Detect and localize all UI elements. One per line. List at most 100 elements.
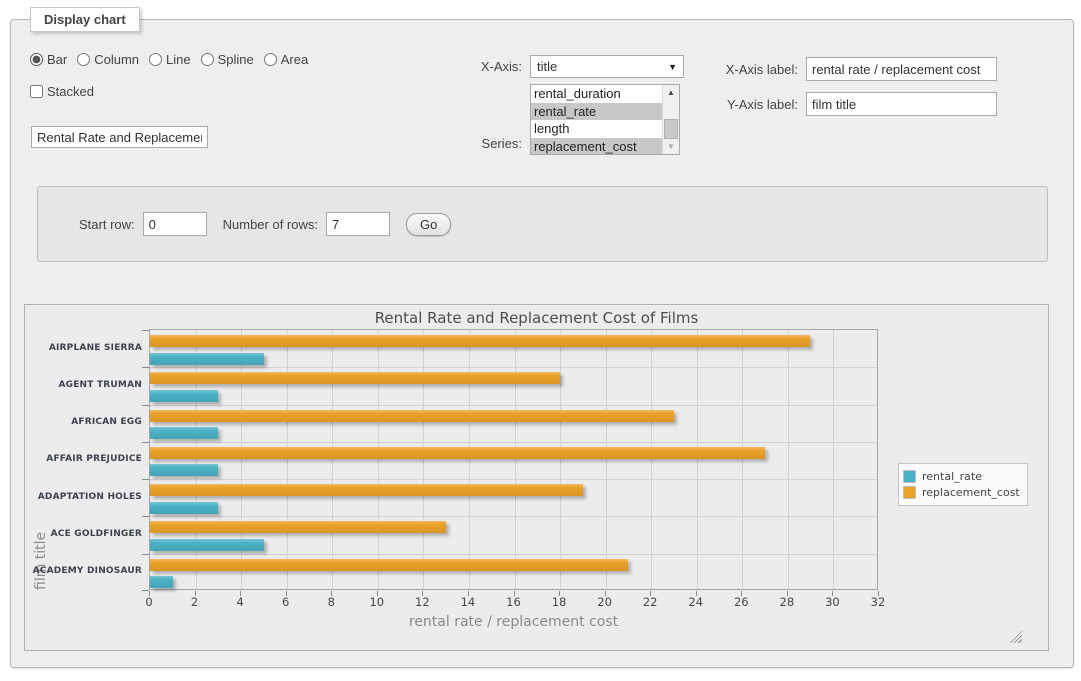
gridline-horizontal xyxy=(150,516,877,517)
x-tick-label: 28 xyxy=(772,595,802,609)
x-tick-label: 4 xyxy=(225,595,255,609)
chart-type-radio-spline[interactable] xyxy=(201,53,214,66)
chart-type-radio-label: Spline xyxy=(218,52,254,67)
series-row: Series: rental_durationrental_ratelength… xyxy=(370,84,680,155)
bar-rental_rate xyxy=(150,427,218,439)
scroll-down-icon[interactable]: ▼ xyxy=(663,139,679,154)
bar-replacement_cost xyxy=(150,372,560,384)
num-rows-label: Number of rows: xyxy=(223,217,318,232)
stacked-checkbox[interactable] xyxy=(30,85,43,98)
x-tick-label: 24 xyxy=(681,595,711,609)
y-tick-mark xyxy=(142,590,149,591)
chart-type-radio-area[interactable] xyxy=(264,53,277,66)
legend-swatch xyxy=(903,470,916,483)
gridline-vertical xyxy=(606,330,607,589)
x-axis-label-input[interactable] xyxy=(806,57,997,81)
chart-title-input[interactable] xyxy=(31,126,208,148)
x-tick-label: 10 xyxy=(362,595,392,609)
x-tick-label: 16 xyxy=(499,595,529,609)
page: Display chart Bar Column Line Spline Area St… xyxy=(0,0,1081,681)
chart-type-radio-label: Line xyxy=(166,52,191,67)
gridline-vertical xyxy=(560,330,561,589)
x-tick-label: 18 xyxy=(544,595,574,609)
chart-type-radio-bar[interactable] xyxy=(30,53,43,66)
gridline-vertical xyxy=(788,330,789,589)
chart-type-radio-column[interactable] xyxy=(77,53,90,66)
gridline-horizontal xyxy=(150,442,877,443)
gridline-vertical xyxy=(697,330,698,589)
chart-type-option-area: Area xyxy=(264,52,308,67)
series-caption: Series: xyxy=(370,136,522,155)
chart-type-radio-label: Column xyxy=(94,52,139,67)
bar-replacement_cost xyxy=(150,410,674,422)
y-tick-label: AGENT TRUMAN xyxy=(25,366,142,403)
y-tick-mark xyxy=(142,442,149,443)
legend-entry-replacement_cost: replacement_cost xyxy=(903,486,1020,499)
num-rows-input[interactable] xyxy=(326,212,390,236)
chart-title: Rental Rate and Replacement Cost of Film… xyxy=(25,309,1048,327)
chart-type-option-bar: Bar xyxy=(30,52,67,67)
bar-replacement_cost xyxy=(150,447,765,459)
chart-type-radio-label: Area xyxy=(281,52,308,67)
bar-replacement_cost xyxy=(150,559,628,571)
y-tick-label: ACADEMY DINOSAUR xyxy=(25,553,142,590)
chart-legend: rental_rate replacement_cost xyxy=(898,463,1028,506)
bar-rental_rate xyxy=(150,464,218,476)
chart-x-tick-labels: 02468101214161820222426283032 xyxy=(149,595,878,609)
display-chart-fieldset: Display chart BarColumnLineSplineArea St… xyxy=(10,19,1074,668)
gridline-vertical xyxy=(651,330,652,589)
stacked-label: Stacked xyxy=(30,84,94,99)
x-tick-label: 22 xyxy=(635,595,665,609)
x-axis-selected-value: title xyxy=(537,59,557,74)
y-axis-label-caption: Y-Axis label: xyxy=(646,97,798,112)
fieldset-legend: Display chart xyxy=(30,7,140,32)
chart-type-option-spline: Spline xyxy=(201,52,254,67)
x-tick-label: 6 xyxy=(271,595,301,609)
plot-area xyxy=(149,329,878,590)
x-tick-label: 20 xyxy=(590,595,620,609)
chart-container: Rental Rate and Replacement Cost of Film… xyxy=(24,304,1049,651)
chart-y-tick-labels: AIRPLANE SIERRAAGENT TRUMANAFRICAN EGGAF… xyxy=(25,329,142,590)
resize-handle-icon[interactable] xyxy=(1010,631,1022,643)
gridline-horizontal xyxy=(150,479,877,480)
y-tick-label: AFFAIR PREJUDICE xyxy=(25,441,142,478)
y-tick-mark xyxy=(142,405,149,406)
y-tick-mark xyxy=(142,554,149,555)
series-option-rental_rate[interactable]: rental_rate xyxy=(531,103,662,121)
legend-label: replacement_cost xyxy=(922,486,1020,499)
x-axis-row: X-Axis: title ▼ xyxy=(370,55,684,78)
gridline-vertical xyxy=(287,330,288,589)
scrollbar-thumb[interactable] xyxy=(664,119,678,139)
chart-type-options: Bar Column Line Spline Area xyxy=(30,52,308,67)
bar-rental_rate xyxy=(150,353,264,365)
chart-type-radio-line[interactable] xyxy=(149,53,162,66)
y-axis-label-input[interactable] xyxy=(806,92,997,116)
x-tick-label: 32 xyxy=(863,595,893,609)
start-row-input[interactable] xyxy=(143,212,207,236)
y-tick-mark xyxy=(142,330,149,331)
y-tick-mark xyxy=(142,479,149,480)
chart-x-axis-label: rental rate / replacement cost xyxy=(149,614,878,630)
series-option-rental_duration[interactable]: rental_duration xyxy=(531,85,662,103)
gridline-vertical xyxy=(742,330,743,589)
legend-label: rental_rate xyxy=(922,470,982,483)
series-option-length[interactable]: length xyxy=(531,120,662,138)
chart-type-radio-label: Bar xyxy=(47,52,67,67)
bar-rental_rate xyxy=(150,502,218,514)
gridline-horizontal xyxy=(150,367,877,368)
chart-type-option-line: Line xyxy=(149,52,191,67)
gridline-vertical xyxy=(833,330,834,589)
go-button[interactable]: Go xyxy=(406,213,451,236)
x-axis-label-row: X-Axis label: xyxy=(646,57,997,81)
gridline-vertical xyxy=(423,330,424,589)
gridline-horizontal xyxy=(150,554,877,555)
y-tick-label: ACE GOLDFINGER xyxy=(25,515,142,552)
series-option-replacement_cost[interactable]: replacement_cost xyxy=(531,138,662,155)
y-axis-label-row: Y-Axis label: xyxy=(646,92,997,116)
bar-replacement_cost xyxy=(150,521,446,533)
x-tick-label: 12 xyxy=(407,595,437,609)
x-tick-label: 30 xyxy=(817,595,847,609)
y-tick-mark xyxy=(142,367,149,368)
start-row-label: Start row: xyxy=(79,217,135,232)
x-tick-label: 26 xyxy=(726,595,756,609)
